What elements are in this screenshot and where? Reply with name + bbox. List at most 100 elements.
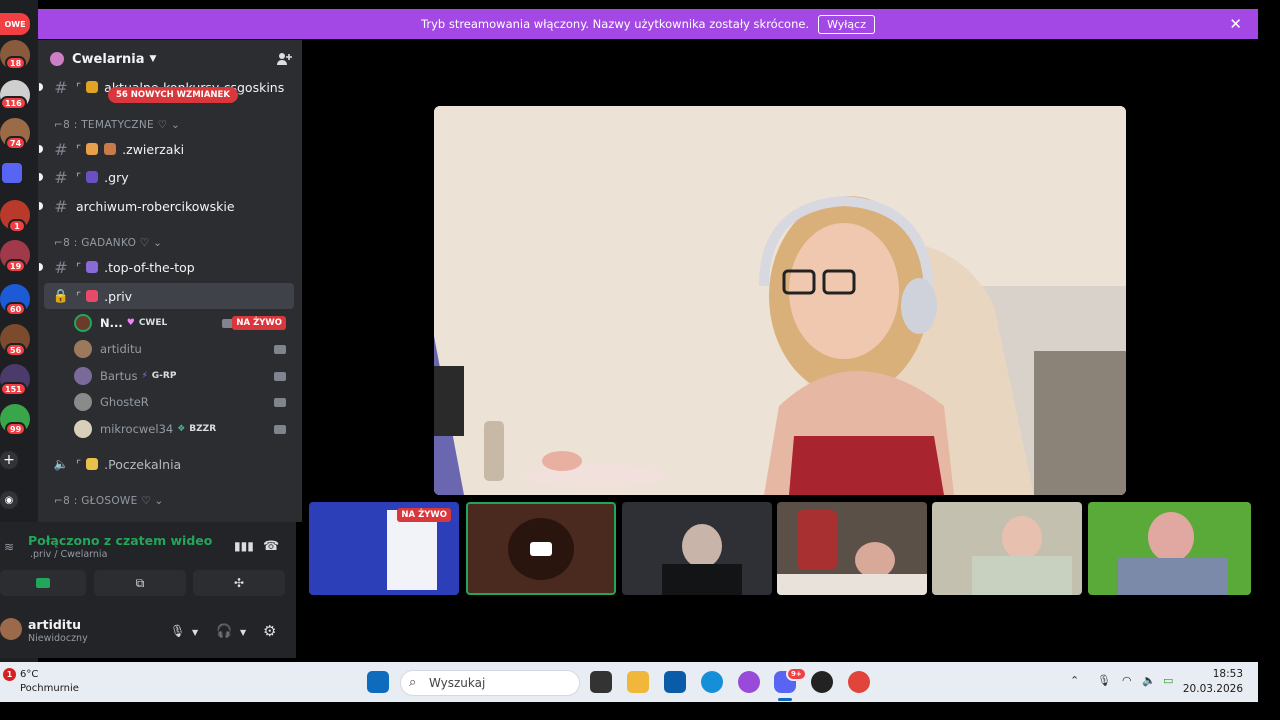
close-icon[interactable]: ✕ [1229, 15, 1242, 33]
hash-icon: # [54, 139, 68, 159]
windows-start-icon[interactable] [367, 671, 389, 693]
person-face [1148, 512, 1194, 562]
camera-icon [274, 371, 286, 381]
weather-condition: Pochmurnie [20, 683, 79, 694]
monkey-icon [104, 143, 117, 155]
banner-text: Tryb streamowania włączony. Nazwy użytko… [421, 17, 810, 31]
chevron-down-icon[interactable]: ▼ [240, 628, 254, 642]
file-explorer-icon[interactable] [627, 671, 649, 693]
gear-icon[interactable]: ⚙ [263, 622, 277, 640]
avatar [74, 340, 92, 358]
voice-user[interactable]: mikrocwel34 ❖ BZZR [74, 417, 292, 441]
thumbnail-video[interactable] [1088, 502, 1251, 595]
microphone-icon[interactable]: 🎙 [170, 624, 185, 638]
browser-icon[interactable] [738, 671, 760, 693]
volume-icon[interactable]: 🔈 [1142, 674, 1156, 687]
microphone-icon[interactable]: 🎙 [1097, 674, 1111, 687]
activities-button[interactable]: ✣ [193, 570, 285, 596]
voice-connected-status[interactable]: Połączono z czatem wideo [28, 533, 212, 548]
voice-user[interactable]: GhosteR [74, 390, 292, 414]
voice-user[interactable]: Bartus ⚡ G-RP [74, 364, 292, 388]
channel-zwierzaki[interactable]: # ⌜ .zwierzaki [39, 137, 294, 161]
voice-location[interactable]: .priv / Cwelarnia [30, 549, 107, 560]
new-mentions-pill[interactable]: 56 NOWYCH WZMIANEK [108, 87, 238, 103]
app-icon[interactable] [811, 671, 833, 693]
server-badge: 99 [5, 422, 27, 436]
voice-user[interactable]: artiditu [74, 337, 292, 361]
person-body [1118, 558, 1228, 595]
wifi-icon[interactable]: ◠ [1122, 674, 1132, 687]
screenshare-button[interactable]: ⧉ [94, 570, 186, 596]
hash-icon: # [54, 167, 68, 187]
gamepad-icon [86, 171, 99, 183]
chrome-icon[interactable] [848, 671, 870, 693]
headphones-icon[interactable]: 🎧 [216, 624, 232, 639]
main-video-feed[interactable] [434, 106, 1126, 495]
task-view-icon[interactable] [590, 671, 612, 693]
speaker-icon: 🔈 [53, 457, 69, 471]
chevron-down-icon: ▼ [149, 54, 157, 64]
video-icon [36, 578, 50, 588]
avatar [74, 314, 92, 332]
user-name[interactable]: artiditu [28, 617, 81, 632]
channel-archiwum[interactable]: # archiwum-robercikowskie [39, 194, 294, 218]
gaming-chair [797, 510, 837, 570]
person-body [972, 556, 1072, 595]
channel-priv[interactable]: 🔒 ⌜ .priv [44, 283, 294, 309]
taskbar-clock[interactable]: 18:53 20.03.2026 [1183, 667, 1243, 697]
avatar [74, 393, 92, 411]
chevron-down-icon[interactable]: ▼ [192, 628, 206, 642]
hash-icon: # [54, 257, 68, 277]
disable-streamer-mode-button[interactable]: Wyłącz [818, 14, 875, 34]
discord-window: OWE 18 116 74 1 19 60 56 151 99 + ◉ Tryb… [0, 0, 1280, 720]
chevron-up-icon[interactable]: ⌃ [1070, 674, 1079, 687]
store-icon[interactable] [664, 671, 686, 693]
server-badge: 19 [5, 259, 27, 273]
channel-sidebar: Cwelarnia ▼ # ⌜ aktualne-konkursy-csgosk… [38, 40, 302, 522]
channel-top-of-the-top[interactable]: # ⌜ .top-of-the-top [39, 255, 294, 279]
weather-temp: 6°C [20, 669, 39, 680]
weather-badge: 1 [3, 668, 16, 681]
webcam-image [434, 106, 1126, 495]
avatar [74, 420, 92, 438]
category-glosowe[interactable]: ⌐8 : GŁOSOWE ♡ ⌄ [54, 495, 164, 507]
discover-icon[interactable]: ◉ [0, 491, 18, 509]
thumbnail-video[interactable] [777, 502, 927, 595]
add-user-icon[interactable] [276, 51, 292, 67]
category-tematyczne[interactable]: ⌐8 : TEMATYCZNE ♡ ⌄ [54, 119, 180, 131]
camera-icon [274, 344, 286, 354]
channel-poczekalnia[interactable]: 🔈 ⌜ .Poczekalnia [44, 452, 294, 476]
desk [777, 574, 927, 595]
guild-header[interactable]: Cwelarnia ▼ [38, 40, 302, 78]
voice-user[interactable]: N... ♥ CWEL NA ŻYWO [74, 311, 292, 335]
user-avatar[interactable] [0, 618, 22, 640]
activities-icon: ✣ [233, 576, 245, 590]
thumbnail-screenshare[interactable]: NA ŻYWO [309, 502, 459, 595]
edge-icon[interactable] [701, 671, 723, 693]
channel-gry[interactable]: # ⌜ .gry [39, 165, 294, 189]
disconnect-icon[interactable]: ☎ [263, 539, 279, 554]
hash-icon: # [54, 196, 68, 216]
server-badge: 56 [5, 343, 27, 357]
video-camera-icon [530, 542, 552, 556]
clock-time: 18:53 [1212, 668, 1243, 680]
add-server-icon[interactable]: + [0, 451, 18, 469]
server-badge: 1 [8, 219, 26, 233]
thumbnail-video[interactable] [932, 502, 1082, 595]
signal-icon[interactable]: ≋ [4, 540, 14, 554]
thumbnail-video[interactable] [622, 502, 772, 595]
taskbar-search[interactable]: ⌕ Wyszukaj [400, 670, 580, 696]
guild-icon [50, 52, 64, 66]
camera-icon [274, 397, 286, 407]
camera-button[interactable] [0, 570, 86, 596]
folder-icon[interactable] [2, 163, 22, 183]
soundboard-icon[interactable]: ▮▮▮ [234, 539, 254, 553]
folder-tag[interactable]: OWE [0, 13, 30, 35]
video-stage: NA ŻYWO [302, 40, 1280, 662]
battery-icon[interactable]: ▭ [1163, 674, 1173, 687]
thumbnail-camera-off[interactable] [466, 502, 616, 595]
category-gadanko[interactable]: ⌐8 : GADANKO ♡ ⌄ [54, 237, 162, 249]
siren-icon [86, 290, 99, 302]
weather-widget[interactable]: 6°C Pochmurnie [20, 668, 79, 696]
camera-icon [274, 424, 286, 434]
